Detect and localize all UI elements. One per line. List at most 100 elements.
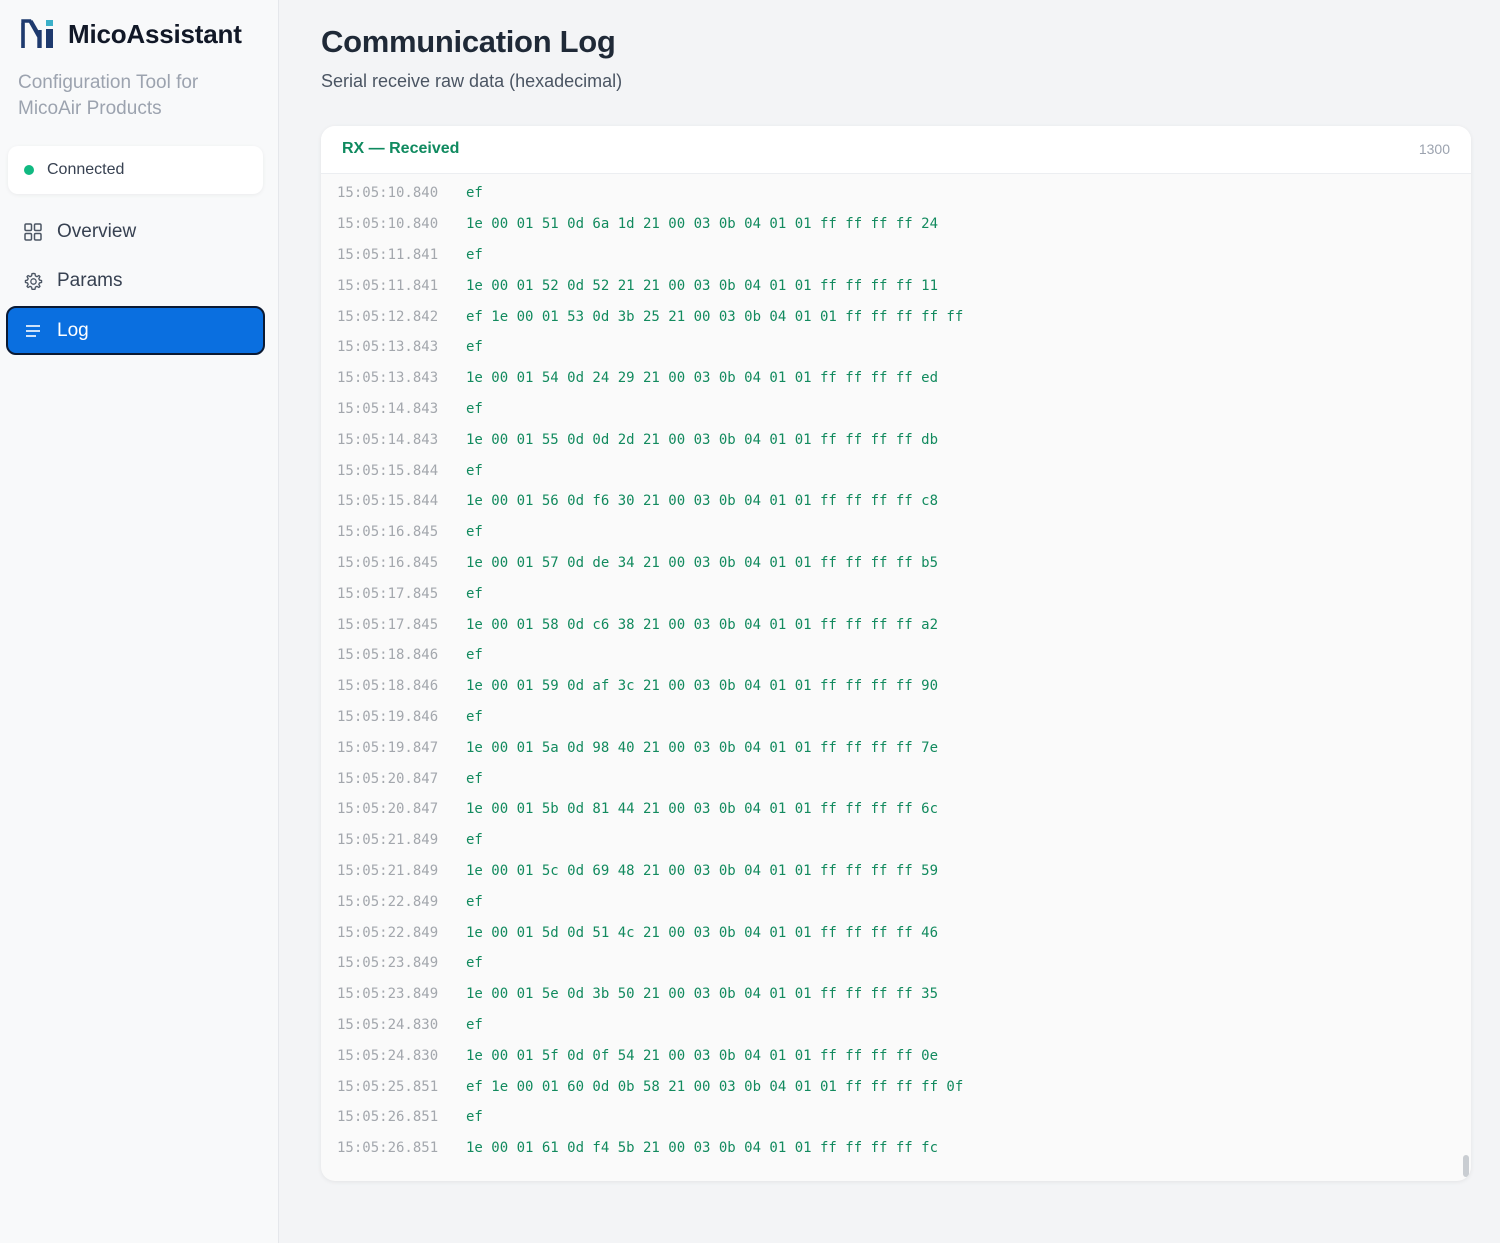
- scrollbar-thumb[interactable]: [1463, 1155, 1469, 1177]
- log-timestamp: 15:05:19.846: [337, 708, 439, 725]
- log-row: 15:05:10.840 ef: [321, 178, 1471, 209]
- log-timestamp: 15:05:12.842: [337, 308, 439, 325]
- rx-log-panel: RX — Received 1300 15:05:10.840 ef 15:05:1…: [321, 126, 1471, 1181]
- log-row: 15:05:11.841 ef: [321, 240, 1471, 271]
- log-timestamp: 15:05:15.844: [337, 493, 439, 510]
- log-hex-data: ef 1e 00 01 60 0d 0b 58 21 00 03 0b 04 0…: [466, 1078, 964, 1095]
- log-row: 15:05:14.843 ef: [321, 394, 1471, 425]
- log-timestamp: 15:05:22.849: [337, 893, 439, 910]
- log-row: 15:05:12.842 ef 1e 00 01 53 0d 3b 25 21 0…: [321, 301, 1471, 332]
- list-icon: [23, 321, 43, 341]
- log-hex-data: 1e 00 01 5f 0d 0f 54 21 00 03 0b 04 01 0…: [466, 1047, 939, 1064]
- log-row: 15:05:16.845 ef: [321, 517, 1471, 548]
- log-timestamp: 15:05:24.830: [337, 1047, 439, 1064]
- log-timestamp: 15:05:24.830: [337, 1016, 439, 1033]
- brand: MicoAssistant: [20, 16, 242, 52]
- log-hex-data: ef: [466, 462, 483, 479]
- log-timestamp: 15:05:20.847: [337, 801, 439, 818]
- log-hex-data: ef: [466, 400, 483, 417]
- log-timestamp: 15:05:19.847: [337, 739, 439, 756]
- log-row: 15:05:11.841 1e 00 01 52 0d 52 21 21 00 0…: [321, 270, 1471, 301]
- sidebar-item-label: Overview: [57, 221, 137, 242]
- log-hex-data: 1e 00 01 5e 0d 3b 50 21 00 03 0b 04 01 0…: [466, 986, 939, 1003]
- log-row: 15:05:16.845 1e 00 01 57 0d de 34 21 00 0…: [321, 548, 1471, 579]
- log-hex-data: ef: [466, 246, 483, 263]
- log-timestamp: 15:05:14.843: [337, 400, 439, 417]
- log-row: 15:05:20.847 1e 00 01 5b 0d 81 44 21 00 0…: [321, 794, 1471, 825]
- log-hex-data: 1e 00 01 55 0d 0d 2d 21 00 03 0b 04 01 0…: [466, 431, 939, 448]
- log-hex-data: 1e 00 01 5a 0d 98 40 21 00 03 0b 04 01 0…: [466, 739, 939, 756]
- log-row: 15:05:19.847 1e 00 01 5a 0d 98 40 21 00 0…: [321, 732, 1471, 763]
- log-row: 15:05:21.849 1e 00 01 5c 0d 69 48 21 00 0…: [321, 856, 1471, 887]
- log-row: 15:05:24.830 1e 00 01 5f 0d 0f 54 21 00 0…: [321, 1040, 1471, 1071]
- log-timestamp: 15:05:26.851: [337, 1140, 439, 1157]
- log-hex-data: 1e 00 01 57 0d de 34 21 00 03 0b 04 01 0…: [466, 554, 939, 571]
- log-timestamp: 15:05:16.845: [337, 524, 439, 541]
- log-row: 15:05:26.851 ef: [321, 1102, 1471, 1133]
- log-row: 15:05:20.847 ef: [321, 763, 1471, 794]
- log-hex-data: ef: [466, 893, 483, 910]
- log-row: 15:05:22.849 1e 00 01 5d 0d 51 4c 21 00 0…: [321, 917, 1471, 948]
- log-row: 15:05:22.849 ef: [321, 886, 1471, 917]
- log-timestamp: 15:05:14.843: [337, 431, 439, 448]
- sidebar-item-label: Log: [57, 319, 89, 341]
- log-row: 15:05:10.840 1e 00 01 51 0d 6a 1d 21 00 0…: [321, 209, 1471, 240]
- log-row: 15:05:15.844 1e 00 01 56 0d f6 30 21 00 0…: [321, 486, 1471, 517]
- grid-icon: [23, 222, 43, 242]
- log-hex-data: ef: [466, 524, 483, 541]
- log-row: 15:05:14.843 1e 00 01 55 0d 0d 2d 21 00 0…: [321, 424, 1471, 455]
- sidebar-item-params[interactable]: Params: [8, 258, 264, 304]
- log-row: 15:05:15.844 ef: [321, 455, 1471, 486]
- log-hex-data: ef: [466, 708, 483, 725]
- sidebar-item-label: Params: [57, 270, 123, 291]
- log-timestamp: 15:05:13.843: [337, 370, 439, 387]
- log-timestamp: 15:05:10.840: [337, 216, 439, 233]
- log-hex-data: 1e 00 01 56 0d f6 30 21 00 03 0b 04 01 0…: [466, 493, 939, 510]
- log-row: 15:05:23.849 ef: [321, 948, 1471, 979]
- log-hex-data: 1e 00 01 54 0d 24 29 21 00 03 0b 04 01 0…: [466, 370, 939, 387]
- log-hex-data: ef: [466, 339, 483, 356]
- message-count: 1300: [1418, 141, 1450, 157]
- panel-header: RX — Received 1300: [321, 126, 1471, 174]
- log-hex-data: 1e 00 01 51 0d 6a 1d 21 00 03 0b 04 01 0…: [466, 216, 939, 233]
- log-row: 15:05:13.843 1e 00 01 54 0d 24 29 21 00 0…: [321, 363, 1471, 394]
- log-hex-data: ef: [466, 585, 483, 602]
- log-timestamp: 15:05:21.849: [337, 862, 439, 879]
- log-timestamp: 15:05:23.849: [337, 986, 439, 1003]
- log-hex-data: 1e 00 01 5c 0d 69 48 21 00 03 0b 04 01 0…: [466, 862, 939, 879]
- log-hex-data: ef: [466, 832, 483, 849]
- log-row: 15:05:26.851 1e 00 01 61 0d f4 5b 21 00 0…: [321, 1133, 1471, 1164]
- log-row: 15:05:24.830 ef: [321, 1010, 1471, 1041]
- log-hex-data: ef: [466, 1109, 483, 1126]
- log-timestamp: 15:05:18.846: [337, 678, 439, 695]
- log-row: 15:05:19.846 ef: [321, 702, 1471, 733]
- log-row: 15:05:17.845 1e 00 01 58 0d c6 38 21 00 0…: [321, 609, 1471, 640]
- log-timestamp: 15:05:22.849: [337, 924, 439, 941]
- panel-title: RX — Received: [342, 140, 460, 157]
- log-timestamp: 15:05:15.844: [337, 462, 439, 479]
- log-timestamp: 15:05:13.843: [337, 339, 439, 356]
- log-timestamp: 15:05:17.845: [337, 585, 439, 602]
- connection-status: Connected: [8, 146, 263, 194]
- log-list[interactable]: 15:05:10.840 ef 15:05:10.840 1e 00 01 51 0d…: [321, 178, 1471, 1178]
- log-row: 15:05:18.846 ef: [321, 640, 1471, 671]
- log-row: 15:05:23.849 1e 00 01 5e 0d 3b 50 21 00 0…: [321, 979, 1471, 1010]
- sidebar-item-log[interactable]: Log: [6, 306, 265, 355]
- log-hex-data: 1e 00 01 58 0d c6 38 21 00 03 0b 04 01 0…: [466, 616, 939, 633]
- app-subtitle: Configuration Tool for MicoAir Products: [18, 72, 199, 119]
- log-row: 15:05:17.845 ef: [321, 578, 1471, 609]
- log-timestamp: 15:05:23.849: [337, 955, 439, 972]
- log-hex-data: 1e 00 01 61 0d f4 5b 21 00 03 0b 04 01 0…: [466, 1140, 939, 1157]
- log-hex-data: ef: [466, 770, 483, 787]
- log-timestamp: 15:05:17.845: [337, 616, 439, 633]
- log-timestamp: 15:05:11.841: [337, 246, 439, 263]
- sidebar-item-overview[interactable]: Overview: [8, 209, 264, 255]
- gear-icon: [23, 271, 43, 291]
- log-hex-data: ef: [466, 647, 483, 664]
- log-row: 15:05:25.851 ef 1e 00 01 60 0d 0b 58 21 0…: [321, 1071, 1471, 1102]
- log-hex-data: ef 1e 00 01 53 0d 3b 25 21 00 03 0b 04 0…: [466, 308, 964, 325]
- log-timestamp: 15:05:16.845: [337, 554, 439, 571]
- log-hex-data: 1e 00 01 52 0d 52 21 21 00 03 0b 04 01 0…: [466, 277, 939, 294]
- log-row: 15:05:18.846 1e 00 01 59 0d af 3c 21 00 0…: [321, 671, 1471, 702]
- log-timestamp: 15:05:10.840: [337, 185, 439, 202]
